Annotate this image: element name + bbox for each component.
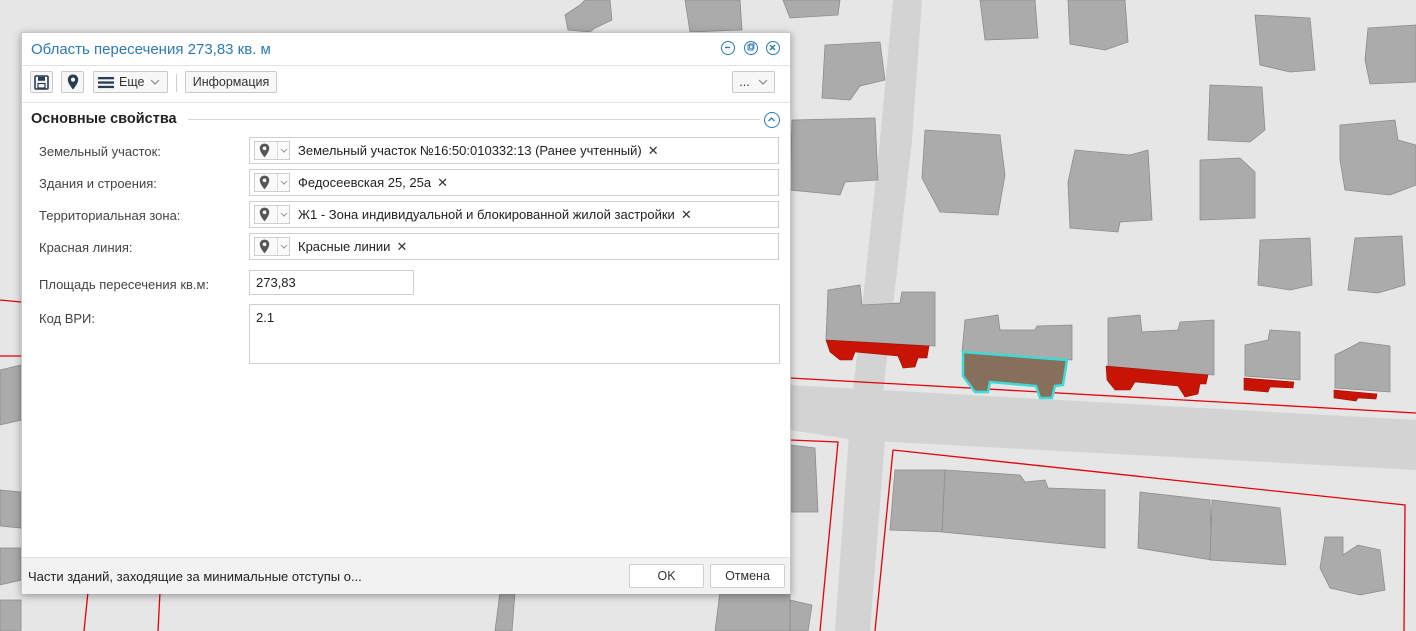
land-plot-value: Земельный участок №16:50:010332:13 (Ране… <box>298 143 642 158</box>
land-plot-tag: Земельный участок №16:50:010332:13 (Ране… <box>298 143 659 159</box>
building <box>1137 491 1213 561</box>
section-title: Основные свойства <box>31 111 177 127</box>
dialog-toolbar: Еще Информация ... <box>22 65 790 103</box>
more-menu-button[interactable]: Еще <box>93 71 168 93</box>
building <box>789 444 819 513</box>
more-menu-label: Еще <box>119 75 145 89</box>
hamburger-icon <box>98 76 114 88</box>
dropdown-toggle[interactable] <box>277 142 291 159</box>
building <box>921 129 1006 216</box>
save-icon <box>34 74 49 90</box>
locate-zone-button[interactable] <box>254 205 290 224</box>
chevron-down-icon <box>280 212 288 217</box>
minimize-button[interactable] <box>721 41 735 55</box>
intersection-dialog: Область пересечения 273,83 кв. м Еще Инф… <box>21 32 791 594</box>
building <box>1364 24 1416 85</box>
dropdown-toggle[interactable] <box>277 238 291 255</box>
locate-red-line-button[interactable] <box>254 237 290 256</box>
land-plot-field[interactable]: Земельный участок №16:50:010332:13 (Ране… <box>249 137 779 164</box>
status-text: Части зданий, заходящие за минимальные о… <box>28 569 362 584</box>
chevron-down-icon <box>758 79 768 85</box>
chevron-down-icon <box>280 148 288 153</box>
buildings-label: Здания и строения: <box>39 176 157 191</box>
building <box>1067 0 1129 51</box>
red-line-value: Красные линии <box>298 239 391 254</box>
close-button[interactable] <box>766 41 780 55</box>
building <box>1067 149 1153 233</box>
dialog-title: Область пересечения 273,83 кв. м <box>31 41 271 58</box>
collapse-section-button[interactable] <box>764 112 780 128</box>
building <box>0 599 22 631</box>
vri-code-label: Код ВРИ: <box>39 311 96 326</box>
ok-button[interactable]: OK <box>629 564 704 588</box>
dropdown-toggle[interactable] <box>277 206 291 223</box>
dialog-footer: Части зданий, заходящие за минимальные о… <box>22 557 790 594</box>
map-pin-icon <box>259 143 270 158</box>
chevron-down-icon <box>280 244 288 249</box>
building <box>0 364 22 426</box>
overflow-menu-label: ... <box>739 75 750 89</box>
remove-tag-icon[interactable]: ✕ <box>437 175 448 190</box>
chevron-up-icon <box>768 117 775 122</box>
minimize-icon <box>725 46 730 49</box>
locate-buildings-button[interactable] <box>254 173 290 192</box>
dropdown-toggle[interactable] <box>277 174 291 191</box>
restore-button[interactable] <box>744 41 758 55</box>
info-button[interactable]: Информация <box>185 71 277 93</box>
building <box>0 547 22 586</box>
zone-value: Ж1 - Зона индивидуальной и блокированной… <box>298 207 675 222</box>
building <box>1257 237 1313 291</box>
area-input[interactable]: 273,83 <box>249 270 414 295</box>
zone-field[interactable]: Ж1 - Зона индивидуальной и блокированной… <box>249 201 779 228</box>
remove-tag-icon[interactable]: ✕ <box>648 143 659 158</box>
overflow-menu-button[interactable]: ... <box>732 71 775 93</box>
buildings-tag: Федосеевская 25, 25а ✕ <box>298 175 448 191</box>
area-label: Площадь пересечения кв.м: <box>39 277 210 292</box>
building <box>789 599 813 631</box>
red-line-tag: Красные линии ✕ <box>298 239 407 255</box>
toolbar-divider <box>176 74 177 92</box>
building <box>1207 84 1266 143</box>
chevron-down-icon <box>280 180 288 185</box>
building <box>1209 499 1287 566</box>
zone-tag: Ж1 - Зона индивидуальной и блокированной… <box>298 207 692 223</box>
vri-code-textarea[interactable]: 2.1 <box>249 304 780 364</box>
zone-label: Территориальная зона: <box>39 208 181 223</box>
map-pin-icon <box>259 239 270 254</box>
buildings-value: Федосеевская 25, 25а <box>298 175 432 190</box>
save-button[interactable] <box>30 71 53 93</box>
building <box>684 0 743 33</box>
buildings-field[interactable]: Федосеевская 25, 25а ✕ <box>249 169 779 196</box>
map-pin-icon <box>259 175 270 190</box>
red-line-field[interactable]: Красные линии ✕ <box>249 233 779 260</box>
building <box>714 591 791 631</box>
map-pin-icon <box>259 207 270 222</box>
map-pin-icon <box>67 74 78 90</box>
close-icon <box>769 44 776 51</box>
remove-tag-icon[interactable]: ✕ <box>396 239 407 254</box>
remove-tag-icon[interactable]: ✕ <box>681 207 692 222</box>
land-plot-label: Земельный участок: <box>39 144 161 159</box>
building <box>0 489 22 529</box>
info-button-label: Информация <box>192 75 270 89</box>
building <box>1254 14 1316 73</box>
building <box>979 0 1039 41</box>
section-divider <box>188 119 760 120</box>
building <box>1199 157 1256 221</box>
building <box>889 469 946 533</box>
red-line-label: Красная линия: <box>39 240 133 255</box>
show-on-map-button[interactable] <box>61 71 84 93</box>
locate-land-plot-button[interactable] <box>254 141 290 160</box>
restore-icon <box>747 43 755 51</box>
building <box>782 0 841 19</box>
chevron-down-icon <box>151 79 160 85</box>
cancel-button[interactable]: Отмена <box>710 564 785 588</box>
building <box>1347 235 1406 294</box>
